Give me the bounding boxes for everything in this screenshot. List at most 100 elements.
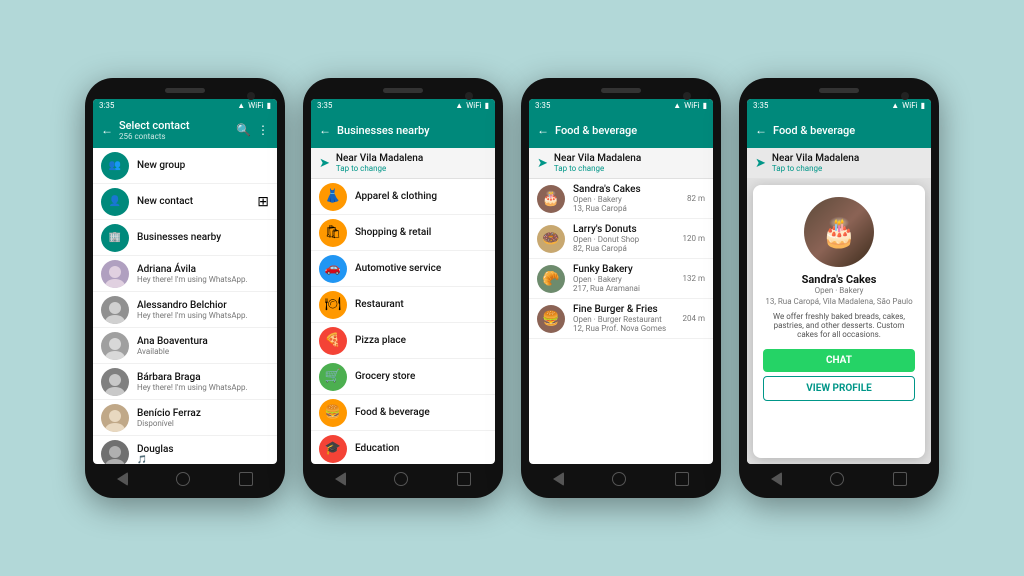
location-text-3: Near Vila Madalena Tap to change <box>554 153 641 173</box>
battery-icon-2: ▮ <box>485 101 489 110</box>
phone-speaker-2 <box>383 88 423 93</box>
status-time-3: 3:35 <box>535 101 550 110</box>
card-name-4: Sandra's Cakes <box>753 273 925 286</box>
cat-grocery[interactable]: 🛒 Grocery store <box>311 359 495 395</box>
location-icon-3: ➤ <box>537 156 548 171</box>
back-btn-1[interactable] <box>117 472 128 486</box>
header-subtitle-1: 256 contacts <box>119 132 230 141</box>
app-header-3: ← Food & beverage <box>529 112 713 148</box>
list-item-douglas[interactable]: Douglas 🎵 <box>93 436 277 464</box>
phone-bottom-1 <box>93 464 277 488</box>
recent-btn-2[interactable] <box>457 472 471 486</box>
view-profile-button-4[interactable]: VIEW PROFILE <box>763 376 915 401</box>
location-bar-4[interactable]: ➤ Near Vila Madalena Tap to change <box>747 148 931 179</box>
status-time-4: 3:35 <box>753 101 768 110</box>
header-title-2: Businesses nearby <box>337 124 487 137</box>
list-item-adriana[interactable]: Adriana Ávila Hey there! I'm using Whats… <box>93 256 277 292</box>
phone-speaker-4 <box>819 88 859 93</box>
phone-bottom-4 <box>747 464 931 488</box>
sandras-avatar: 🎂 <box>537 185 565 213</box>
card-image-4: 🎂 <box>804 197 874 267</box>
list-item-businesses[interactable]: 🏢 Businesses nearby <box>93 220 277 256</box>
home-btn-4[interactable] <box>830 472 844 486</box>
wifi-icon-1: WiFi <box>248 101 263 110</box>
grocery-icon: 🛒 <box>319 363 347 391</box>
back-icon-3[interactable]: ← <box>537 123 549 137</box>
app-header-4: ← Food & beverage <box>747 112 931 148</box>
phone-screen-4: 3:35 ▲ WiFi ▮ ← Food & beverage ➤ Near V… <box>747 99 931 464</box>
biz-fine-burger[interactable]: 🍔 Fine Burger & Fries Open · Burger Rest… <box>529 299 713 339</box>
recent-btn-4[interactable] <box>893 472 907 486</box>
biz-funky[interactable]: 🥐 Funky Bakery Open · Bakery 217, Rua Ar… <box>529 259 713 299</box>
app-header-1: ← Select contact 256 contacts 🔍 ⋮ <box>93 112 277 148</box>
cat-pizza[interactable]: 🍕 Pizza place <box>311 323 495 359</box>
phone-2: 3:35 ▲ WiFi ▮ ← Businesses nearby ➤ Near… <box>303 78 503 498</box>
signal-icon-4: ▲ <box>891 101 899 110</box>
biz-sandras[interactable]: 🎂 Sandra's Cakes Open · Bakery 13, Rua C… <box>529 179 713 219</box>
recent-btn-3[interactable] <box>675 472 689 486</box>
cat-apparel[interactable]: 👗 Apparel & clothing <box>311 179 495 215</box>
header-title-4: Food & beverage <box>773 124 923 137</box>
list-item-alessandro[interactable]: Alessandro Belchior Hey there! I'm using… <box>93 292 277 328</box>
location-bar-3[interactable]: ➤ Near Vila Madalena Tap to change <box>529 148 713 179</box>
back-btn-3[interactable] <box>553 472 564 486</box>
qr-icon-1[interactable]: ⊞ <box>257 194 269 210</box>
location-text-2: Near Vila Madalena Tap to change <box>336 153 423 173</box>
home-btn-1[interactable] <box>176 472 190 486</box>
card-addr-4: 13, Rua Caropá, Vila Madalena, São Paulo <box>753 295 925 308</box>
cat-food[interactable]: 🍔 Food & beverage <box>311 395 495 431</box>
search-icon-1[interactable]: 🔍 <box>236 123 251 137</box>
list-item-benicio[interactable]: Benício Ferraz Disponível <box>93 400 277 436</box>
cat-education[interactable]: 🎓 Education <box>311 431 495 464</box>
larrys-avatar: 🍩 <box>537 225 565 253</box>
list-item-new-group[interactable]: 👥 New group <box>93 148 277 184</box>
funky-avatar: 🥐 <box>537 265 565 293</box>
back-btn-2[interactable] <box>335 472 346 486</box>
back-btn-4[interactable] <box>771 472 782 486</box>
barbara-avatar <box>101 368 129 396</box>
phone-bottom-2 <box>311 464 495 488</box>
back-icon-2[interactable]: ← <box>319 123 331 137</box>
back-icon-1[interactable]: ← <box>101 123 113 137</box>
status-bar-1: 3:35 ▲ WiFi ▮ <box>93 99 277 112</box>
recent-btn-1[interactable] <box>239 472 253 486</box>
home-btn-3[interactable] <box>612 472 626 486</box>
benicio-avatar <box>101 404 129 432</box>
wifi-icon-2: WiFi <box>466 101 481 110</box>
battery-icon-3: ▮ <box>703 101 707 110</box>
funky-text: Funky Bakery Open · Bakery 217, Rua Aram… <box>573 264 675 293</box>
funky-dist: 132 m <box>683 274 706 283</box>
phone-3: 3:35 ▲ WiFi ▮ ← Food & beverage ➤ Near V… <box>521 78 721 498</box>
location-icon-2: ➤ <box>319 156 330 171</box>
cat-shopping[interactable]: 🛍 Shopping & retail <box>311 215 495 251</box>
biz-larrys[interactable]: 🍩 Larry's Donuts Open · Donut Shop 82, R… <box>529 219 713 259</box>
card-desc-4: We offer freshly baked breads, cakes, pa… <box>753 308 925 345</box>
menu-icon-1[interactable]: ⋮ <box>257 123 269 137</box>
fine-burger-dist: 204 m <box>683 314 706 323</box>
businesses-avatar: 🏢 <box>101 224 129 252</box>
location-bar-2[interactable]: ➤ Near Vila Madalena Tap to change <box>311 148 495 179</box>
status-time-1: 3:35 <box>99 101 114 110</box>
ana-avatar <box>101 332 129 360</box>
list-item-ana[interactable]: Ana Boaventura Available <box>93 328 277 364</box>
restaurant-icon: 🍽 <box>319 291 347 319</box>
list-item-new-contact[interactable]: 👤 New contact ⊞ <box>93 184 277 220</box>
category-list-2: 👗 Apparel & clothing 🛍 Shopping & retail… <box>311 179 495 464</box>
benicio-text: Benício Ferraz Disponível <box>137 408 269 428</box>
signal-icon-2: ▲ <box>455 101 463 110</box>
adriana-avatar <box>101 260 129 288</box>
chat-button-4[interactable]: CHAT <box>763 349 915 372</box>
list-item-barbara[interactable]: Bárbara Braga Hey there! I'm using Whats… <box>93 364 277 400</box>
phone-screen-2: 3:35 ▲ WiFi ▮ ← Businesses nearby ➤ Near… <box>311 99 495 464</box>
app-header-2: ← Businesses nearby <box>311 112 495 148</box>
home-btn-2[interactable] <box>394 472 408 486</box>
back-icon-4[interactable]: ← <box>755 123 767 137</box>
alessandro-avatar <box>101 296 129 324</box>
business-list-3: 🎂 Sandra's Cakes Open · Bakery 13, Rua C… <box>529 179 713 464</box>
status-icons-3: ▲ WiFi ▮ <box>673 101 707 110</box>
cat-restaurant[interactable]: 🍽 Restaurant <box>311 287 495 323</box>
status-bar-3: 3:35 ▲ WiFi ▮ <box>529 99 713 112</box>
cat-automotive[interactable]: 🚗 Automotive service <box>311 251 495 287</box>
signal-icon-3: ▲ <box>673 101 681 110</box>
new-group-avatar: 👥 <box>101 152 129 180</box>
